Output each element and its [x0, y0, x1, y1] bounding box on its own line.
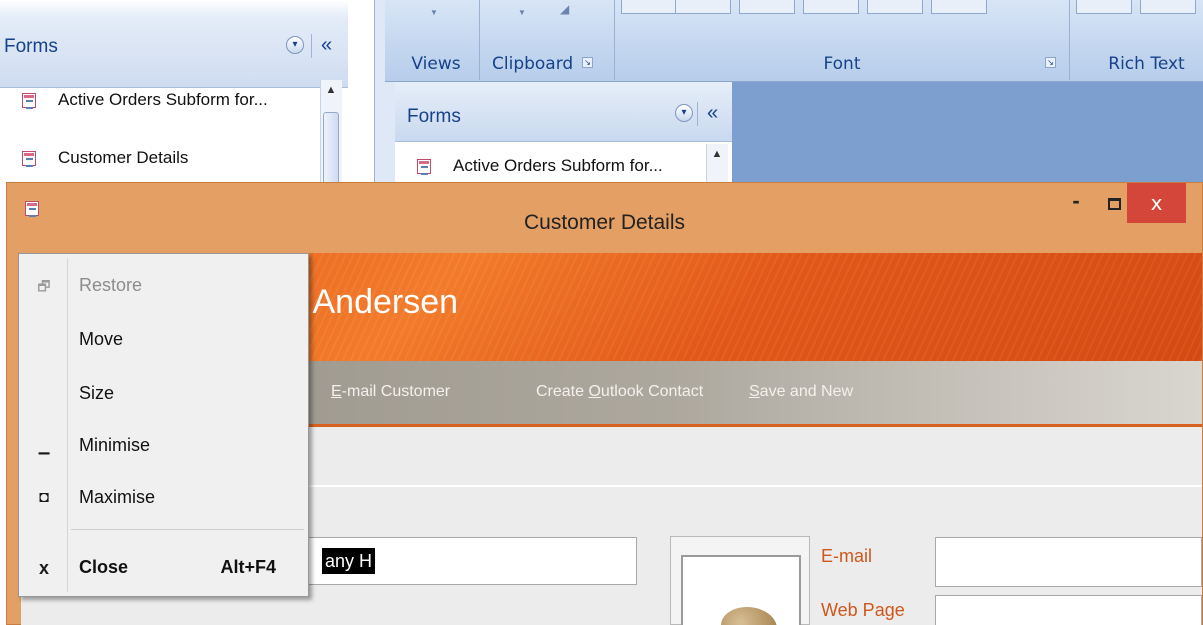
collapse-pane-button[interactable]: « — [707, 103, 718, 123]
form-icon — [22, 150, 36, 167]
ribbon-group-label: Font — [823, 54, 861, 74]
ribbon-group-label: Clipboard — [492, 54, 574, 74]
navigation-pane-header: Forms ▾ « — [395, 82, 732, 142]
ribbon-group-label: Rich Text — [1108, 54, 1185, 74]
font-control[interactable] — [675, 0, 731, 14]
window-system-menu: 🗗 Restore Move Size ▁ Minimise ◘ Maximis… — [18, 253, 309, 597]
web-page-input[interactable] — [935, 595, 1202, 625]
menu-item-label: Restore — [79, 275, 143, 295]
menu-item-label: Minimise — [79, 435, 151, 455]
save-and-new-accel: S — [749, 383, 760, 400]
chevron-down-icon[interactable]: ▾ — [286, 36, 304, 54]
maximize-button[interactable] — [1097, 195, 1131, 231]
create-outlook-contact-link[interactable]: Create Outlook Contact — [536, 383, 703, 401]
font-control[interactable] — [931, 0, 987, 14]
customer-photo — [681, 555, 801, 625]
minimize-button[interactable]: - — [1059, 190, 1093, 227]
menu-item-restore[interactable]: 🗗 Restore — [21, 260, 306, 312]
rich-text-control[interactable] — [1140, 0, 1196, 14]
ribbon-group-views: ▼ Views — [393, 0, 480, 80]
format-painter-icon[interactable]: ◢ — [560, 2, 569, 16]
navigation-pane-title[interactable]: Forms — [407, 106, 461, 128]
ribbon-group-clipboard: ▼ ◢ Clipboard ↘ — [480, 0, 615, 80]
dropdown-arrow-icon[interactable]: ▼ — [518, 8, 526, 17]
menu-item-label: Move — [79, 329, 124, 349]
font-control[interactable] — [867, 0, 923, 14]
ribbon-group-rich-text: Rich Text — [1070, 0, 1203, 80]
menu-separator — [71, 529, 304, 530]
menu-item-close[interactable]: x Close Alt+F4 — [21, 542, 306, 594]
web-page-label: Web Page — [821, 600, 905, 620]
maximize-icon: ◘ — [39, 489, 49, 506]
save-and-new-link[interactable]: Save and New — [749, 383, 853, 401]
close-icon: x — [38, 558, 49, 578]
nav-item-label: Customer Details — [58, 148, 189, 167]
navigation-pane-title[interactable]: Forms — [4, 36, 58, 58]
scroll-thumb[interactable] — [323, 112, 339, 192]
nav-item-customer-details[interactable]: Customer Details — [0, 136, 312, 180]
dropdown-arrow-icon[interactable]: ▼ — [430, 8, 438, 17]
outlook-contact-accel: O — [588, 383, 601, 400]
email-customer-label: -mail Customer — [341, 383, 451, 400]
ribbon-group-label: Views — [411, 54, 461, 74]
outlook-contact-label: utlook Contact — [600, 383, 704, 400]
font-control[interactable] — [739, 0, 795, 14]
divider — [311, 34, 312, 58]
menu-item-label: Maximise — [79, 487, 156, 507]
form-icon — [417, 158, 431, 175]
divider — [697, 102, 698, 126]
menu-item-size[interactable]: Size — [21, 368, 306, 420]
ribbon-group-font: Font ↘ — [615, 0, 1070, 80]
nav-item-active-orders-subform[interactable]: Active Orders Subform for... — [0, 78, 312, 122]
email-label: E-mail — [821, 546, 873, 566]
font-control[interactable] — [621, 0, 677, 14]
navigation-pane-header: Forms ▾ « — [0, 0, 348, 88]
menu-item-shortcut: Alt+F4 — [220, 557, 276, 577]
email-input[interactable] — [935, 537, 1202, 587]
nav-item-label: Active Orders Subform for... — [453, 156, 663, 175]
rich-text-control[interactable] — [1076, 0, 1132, 14]
company-input-selected-text: any H — [322, 548, 376, 574]
company-input[interactable]: any H — [266, 537, 637, 585]
ribbon: ▼ Views ▼ ◢ Clipboard ↘ Font ↘ Rich Text — [385, 0, 1203, 82]
nav-scrollbar[interactable]: ▲ — [320, 80, 342, 192]
outlook-contact-prefix: Create — [536, 383, 589, 400]
email-customer-link[interactable]: E-mail Customer — [331, 383, 450, 401]
menu-item-minimise[interactable]: ▁ Minimise — [21, 420, 306, 472]
close-button[interactable]: x — [1127, 183, 1186, 223]
menu-item-label: Close — [79, 557, 129, 577]
customer-name-heading: n Andersen — [286, 283, 459, 321]
restore-icon: 🗗 — [37, 278, 51, 294]
window-title: Customer Details — [523, 211, 686, 234]
chevron-down-icon[interactable]: ▾ — [675, 104, 693, 122]
maximize-icon — [1107, 198, 1121, 210]
dialog-launcher-icon[interactable]: ↘ — [582, 57, 593, 68]
email-customer-accel: E — [331, 383, 342, 400]
collapse-pane-button[interactable]: « — [321, 35, 332, 55]
minimize-icon: ▁ — [38, 438, 50, 454]
photo-image — [721, 607, 777, 625]
dialog-launcher-icon[interactable]: ↘ — [1045, 57, 1056, 68]
menu-item-maximise[interactable]: ◘ Maximise — [21, 472, 306, 524]
customer-photo-frame[interactable] — [670, 536, 810, 625]
menu-item-label: Size — [79, 383, 115, 403]
scroll-up-arrow-icon[interactable]: ▲ — [707, 148, 727, 168]
window-title-bar[interactable]: Customer Details - x — [7, 183, 1202, 253]
font-control[interactable] — [803, 0, 859, 14]
nav-item-label: Active Orders Subform for... — [58, 90, 268, 109]
save-and-new-label: ave and New — [759, 383, 854, 400]
form-icon — [22, 92, 36, 109]
menu-item-move[interactable]: Move — [21, 314, 306, 366]
scroll-up-arrow-icon[interactable]: ▲ — [321, 84, 341, 104]
